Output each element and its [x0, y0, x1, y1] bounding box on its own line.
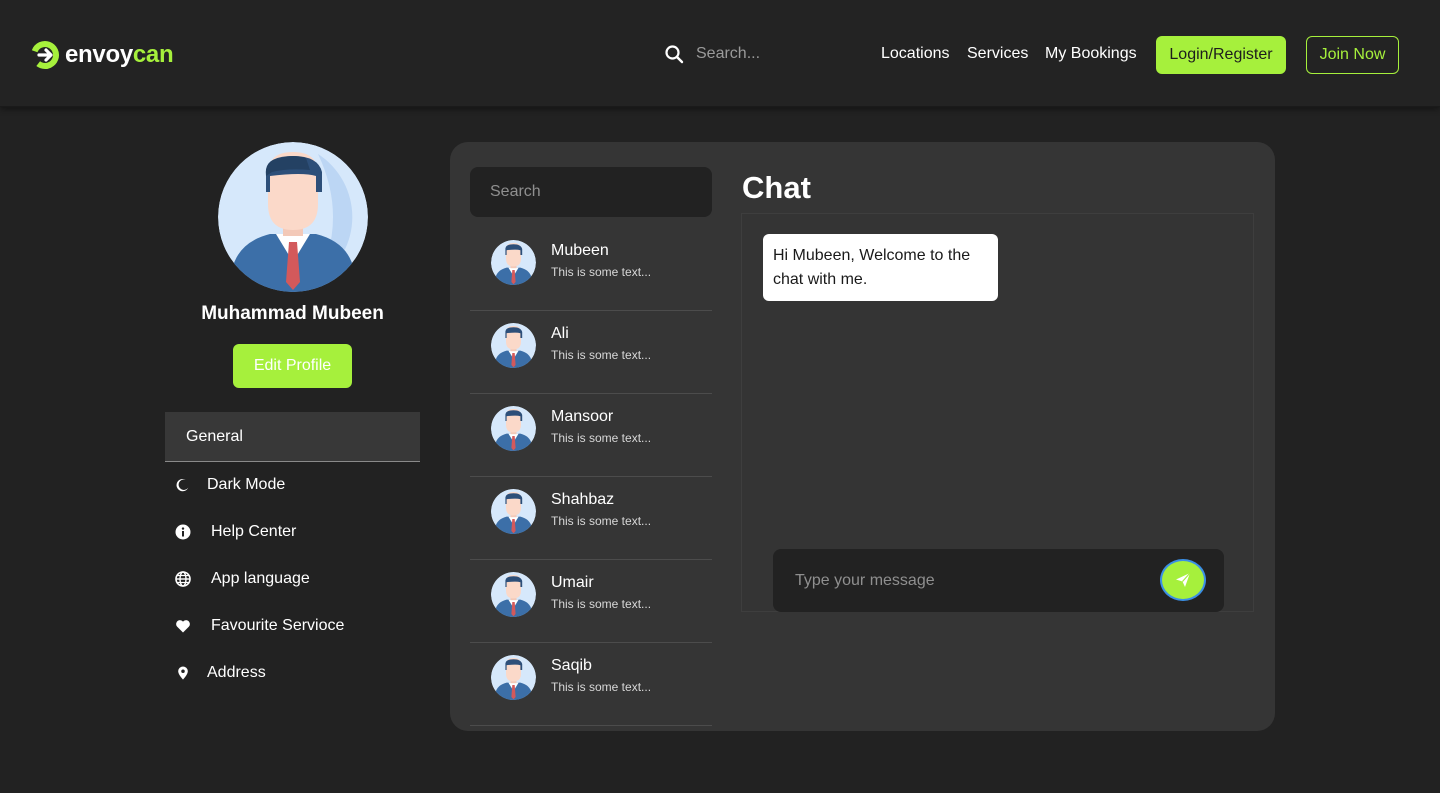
nav-my-bookings-link[interactable]: My Bookings [1045, 45, 1137, 63]
contact-avatar-icon [491, 572, 536, 617]
logo[interactable]: envoycan [30, 40, 174, 70]
profile-avatar [218, 142, 368, 292]
contact-preview: This is some text... [551, 431, 652, 445]
contact-avatar-icon [491, 323, 536, 368]
contact-preview: This is some text... [551, 348, 652, 362]
nav-locations-link[interactable]: Locations [881, 45, 950, 63]
send-button[interactable] [1162, 561, 1204, 599]
menu-item-label: Address [207, 664, 266, 681]
menu-item-label: Favourite Servioce [211, 617, 345, 634]
contact-name: Saqib [551, 657, 592, 674]
contact-preview: This is some text... [551, 514, 652, 528]
heart-icon [174, 618, 191, 635]
menu-item-favourite-service[interactable]: Favourite Servioce [174, 617, 344, 635]
contact-name: Mubeen [551, 242, 609, 259]
logo-text: envoycan [65, 41, 174, 68]
header-search [664, 44, 846, 64]
menu-item-address[interactable]: Address [174, 664, 266, 682]
settings-section-general: General [165, 412, 420, 462]
contact-item[interactable]: Ali This is some text... [470, 311, 712, 394]
chat-message-bubble: Hi Mubeen, Welcome to the chat with me. [763, 234, 998, 301]
contact-item[interactable]: Mansoor This is some text... [470, 394, 712, 477]
user-avatar-icon [218, 142, 368, 292]
search-icon[interactable] [664, 44, 684, 64]
location-pin-icon [174, 665, 191, 682]
contact-item[interactable]: Shahbaz This is some text... [470, 477, 712, 560]
chat-title: Chat [742, 170, 811, 205]
menu-item-label: Dark Mode [207, 476, 286, 493]
join-now-button[interactable]: Join Now [1306, 36, 1399, 74]
contact-name: Ali [551, 325, 569, 342]
send-icon [1176, 572, 1191, 587]
contact-avatar-icon [491, 406, 536, 451]
contact-item[interactable]: Saqib This is some text... [470, 643, 712, 726]
nav-services-link[interactable]: Services [967, 45, 1028, 63]
contact-name: Mansoor [551, 408, 614, 425]
contact-item[interactable]: Umair This is some text... [470, 560, 712, 643]
contact-item[interactable]: Mubeen This is some text... [470, 228, 712, 311]
contact-name: Shahbaz [551, 491, 615, 508]
message-composer [773, 549, 1224, 612]
contact-preview: This is some text... [551, 680, 652, 694]
header-search-input[interactable] [696, 45, 846, 63]
envoycan-logo-icon [31, 40, 59, 69]
edit-profile-button[interactable]: Edit Profile [233, 344, 352, 388]
contact-avatar-icon [491, 489, 536, 534]
menu-item-label: Help Center [211, 523, 297, 540]
menu-item-label: App language [211, 570, 310, 587]
profile-name: Muhammad Mubeen [201, 303, 384, 324]
top-navbar: envoycan Locations Services My Bookings … [0, 0, 1440, 107]
contact-avatar-icon [491, 655, 536, 700]
menu-item-app-language[interactable]: App language [174, 570, 310, 588]
moon-icon [174, 477, 191, 494]
contact-preview: This is some text... [551, 265, 652, 279]
menu-item-dark-mode[interactable]: Dark Mode [174, 476, 285, 494]
contact-avatar-icon [491, 240, 536, 285]
contact-name: Umair [551, 574, 594, 591]
globe-icon [174, 571, 191, 588]
menu-item-help-center[interactable]: Help Center [174, 523, 296, 541]
info-icon [174, 524, 191, 541]
message-input[interactable] [773, 549, 1153, 612]
contact-search-input[interactable] [470, 167, 712, 217]
contact-preview: This is some text... [551, 597, 652, 611]
login-register-button[interactable]: Login/Register [1156, 36, 1286, 74]
